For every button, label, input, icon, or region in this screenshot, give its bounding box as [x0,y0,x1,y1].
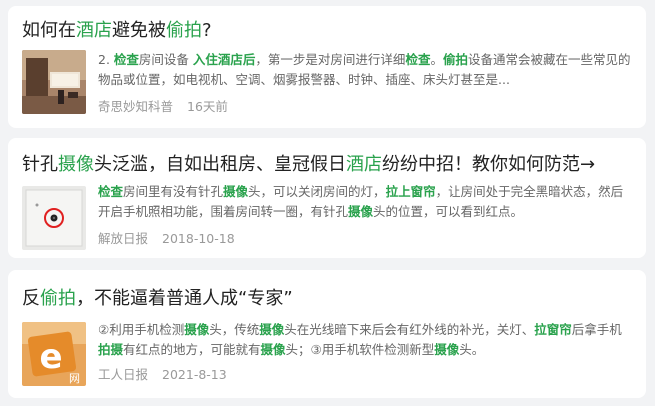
text-segment: 头，可以关闭房间的灯， [248,184,386,199]
highlight-keyword: 检查 [405,52,431,67]
source-name[interactable]: 解放日报 [98,231,148,246]
thumb-watermark: 网 [69,372,80,385]
thumbnail-image[interactable] [22,50,86,114]
text-segment: ②利用手机检测 [98,322,185,337]
text-segment: 反 [22,288,40,309]
highlight-keyword: 摄像 [260,342,286,357]
result-title[interactable]: 反偷拍，不能逼着普通人成“专家” [22,284,293,314]
text-segment: 针孔 [22,154,58,175]
result-card-1[interactable]: 如何在酒店避免被偷拍? 2. 检查房间设备 入住酒店后，第一步是对房间进行详细检… [8,6,646,128]
text-segment: ，不能逼着普通人成“专家” [76,288,293,309]
thumbnail-image[interactable] [22,186,86,250]
source-name[interactable]: 奇思妙知科普 [98,99,173,114]
highlight-keyword: 入住酒店后 [192,52,256,67]
text-segment: 纷纷中招！教你如何防范→ [382,154,596,175]
publish-date: 16天前 [187,99,228,114]
thumbnail-image[interactable]: e 网 [22,322,86,386]
highlight-keyword: 检查 [98,184,124,199]
text-segment: 如何在 [22,20,76,41]
source-name[interactable]: 工人日报 [98,367,148,382]
highlight-keyword: 偷拍 [166,20,202,41]
result-snippet: 检查房间里有没有针孔摄像头，可以关闭房间的灯，拉上窗帘，让房间处于完全黑暗状态，… [98,182,633,222]
result-snippet: ②利用手机检测摄像头，传统摄像头在光线暗下来后会有红外线的补光，关灯、拉窗帘后拿… [98,320,633,360]
text-segment: ，第一步是对房间进行详细 [255,52,406,67]
publish-date: 2018-10-18 [162,231,235,246]
text-segment: 避免被 [112,20,166,41]
result-card-2[interactable]: 针孔摄像头泛滥，自如出租房、皇冠假日酒店纷纷中招！教你如何防范→ 检查房间里有没… [8,138,646,258]
text-segment: 房间里有没有针孔 [123,184,224,199]
highlight-keyword: 偷拍 [442,52,468,67]
text-segment: 2. [98,52,114,67]
highlight-keyword: 摄像 [58,154,94,175]
highlight-keyword: 拉窗帘 [534,322,572,337]
text-segment: 头的位置，可以看到红点。 [373,204,524,219]
highlight-keyword: 摄像 [348,204,374,219]
highlight-keyword: 摄像 [184,322,210,337]
result-card-3[interactable]: 反偷拍，不能逼着普通人成“专家” e 网 ②利用手机检测摄像头，传统摄像头在光线… [8,270,646,398]
highlight-keyword: 摄像 [434,342,460,357]
result-meta: 奇思妙知科普 16天前 [98,98,228,116]
result-snippet: 2. 检查房间设备 入住酒店后，第一步是对房间进行详细检查。偷拍设备通常会被藏在… [98,50,633,90]
text-segment: 头；③用手机软件检测新型 [285,342,435,357]
highlight-keyword: 酒店 [76,20,112,41]
highlight-keyword: 拍摄 [98,342,124,357]
highlight-keyword: 摄像 [223,184,249,199]
svg-text:e: e [39,337,62,377]
publish-date: 2021-8-13 [162,367,227,382]
highlight-keyword: 拉上窗帘 [385,184,436,199]
text-segment: 有红点的地方，可能就有 [123,342,261,357]
result-title[interactable]: 针孔摄像头泛滥，自如出租房、皇冠假日酒店纷纷中招！教你如何防范→ [22,150,595,180]
highlight-keyword: 偷拍 [40,288,76,309]
text-segment: 后拿手机 [571,322,622,337]
text-segment: 头泛滥，自如出租房、皇冠假日 [94,154,346,175]
text-segment: 头。 [459,342,485,357]
highlight-keyword: 摄像 [259,322,285,337]
result-meta: 解放日报 2018-10-18 [98,230,235,248]
highlight-keyword: 检查 [113,52,139,67]
highlight-keyword: 酒店 [346,154,382,175]
text-segment: 房间设备 [138,52,193,67]
text-segment: 。 [430,52,443,67]
text-segment: 头，传统 [209,322,260,337]
result-title[interactable]: 如何在酒店避免被偷拍? [22,16,212,46]
result-meta: 工人日报 2021-8-13 [98,366,227,384]
text-segment: ? [202,20,212,41]
text-segment: 头在光线暗下来后会有红外线的补光，关灯、 [284,322,535,337]
